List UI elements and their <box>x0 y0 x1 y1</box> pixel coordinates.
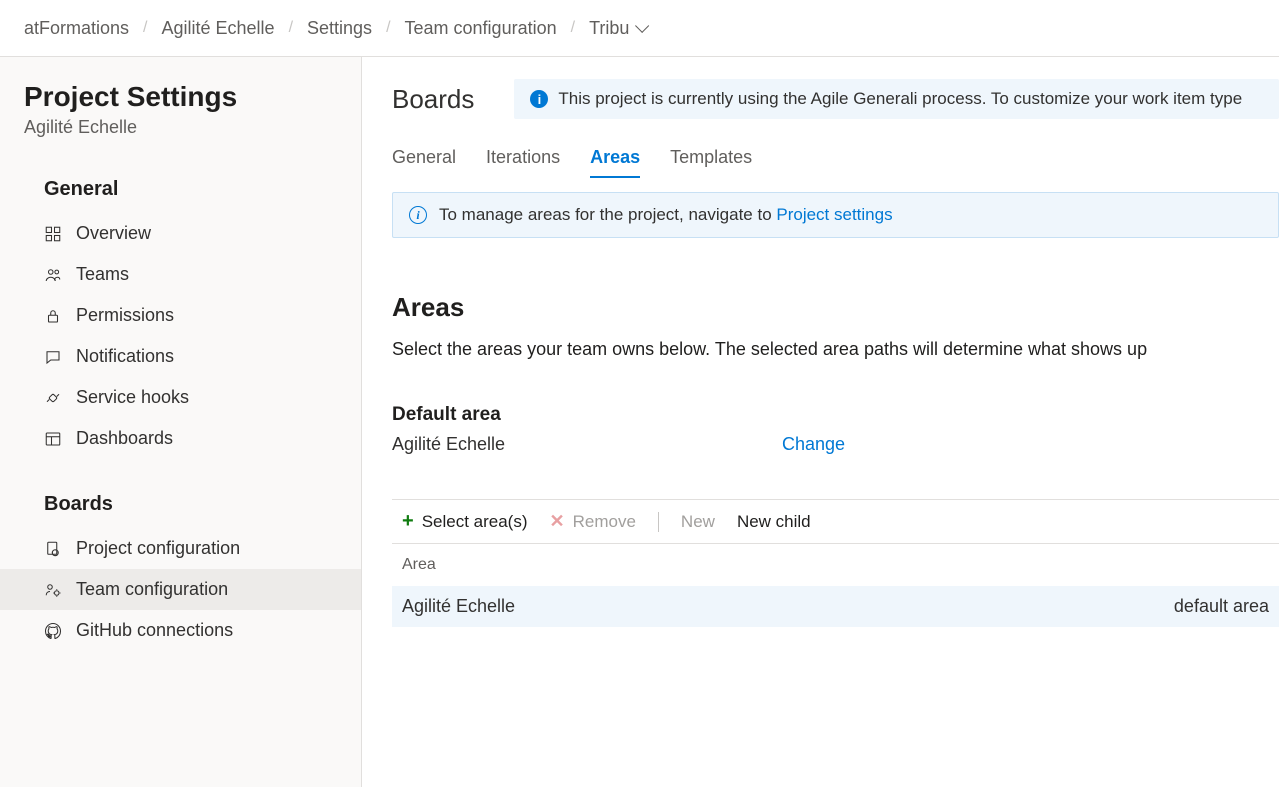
nav-label: Service hooks <box>76 387 189 408</box>
breadcrumb-item-team-config[interactable]: Team configuration <box>405 18 557 39</box>
nav-github[interactable]: GitHub connections <box>0 610 361 651</box>
page-title: Boards <box>392 84 474 115</box>
new-child-button[interactable]: New child <box>737 512 811 532</box>
info-bar-text: To manage areas for the project, navigat… <box>439 205 776 224</box>
project-settings-link[interactable]: Project settings <box>776 205 892 224</box>
gear-doc-icon <box>44 540 62 558</box>
nav-label: Overview <box>76 223 151 244</box>
select-label: Select area(s) <box>422 512 528 532</box>
info-bar: i To manage areas for the project, navig… <box>392 192 1279 238</box>
sidebar: Project Settings Agilité Echelle General… <box>0 57 362 787</box>
nav-team-config[interactable]: Team configuration <box>0 569 361 610</box>
table-row[interactable]: Agilité Echelle default area <box>392 586 1279 627</box>
dashboard-icon <box>44 430 62 448</box>
toolbar-separator <box>658 512 659 532</box>
breadcrumb-item-settings[interactable]: Settings <box>307 18 372 39</box>
breadcrumb-team-dropdown[interactable]: Tribu <box>589 18 645 39</box>
new-child-label: New child <box>737 512 811 532</box>
breadcrumb-item-project[interactable]: Agilité Echelle <box>162 18 275 39</box>
nav-permissions[interactable]: Permissions <box>0 295 361 336</box>
tab-iterations[interactable]: Iterations <box>486 147 560 178</box>
nav-dashboards[interactable]: Dashboards <box>0 418 361 459</box>
content: Boards i This project is currently using… <box>362 57 1279 787</box>
banner-text: This project is currently using the Agil… <box>558 89 1242 109</box>
breadcrumb-sep: / <box>143 19 147 37</box>
section-head-boards: Boards <box>0 493 361 528</box>
nav-service-hooks[interactable]: Service hooks <box>0 377 361 418</box>
team-gear-icon <box>44 581 62 599</box>
areas-toolbar: + Select area(s) ✕ Remove New New child <box>392 499 1279 544</box>
process-banner: i This project is currently using the Ag… <box>514 79 1279 119</box>
chevron-down-icon <box>635 19 649 33</box>
nav-notifications[interactable]: Notifications <box>0 336 361 377</box>
new-label: New <box>681 512 715 532</box>
overview-icon <box>44 225 62 243</box>
nav-label: Dashboards <box>76 428 173 449</box>
nav-label: GitHub connections <box>76 620 233 641</box>
areas-desc: Select the areas your team owns below. T… <box>392 339 1279 360</box>
nav-label: Teams <box>76 264 129 285</box>
breadcrumb-item-org[interactable]: atFormations <box>24 18 129 39</box>
breadcrumb-sep: / <box>571 19 575 37</box>
row-area-name: Agilité Echelle <box>402 596 515 617</box>
tab-general[interactable]: General <box>392 147 456 178</box>
tab-templates[interactable]: Templates <box>670 147 752 178</box>
info-outline-icon: i <box>409 206 427 224</box>
default-area-name: Agilité Echelle <box>392 434 782 455</box>
x-icon: ✕ <box>550 511 565 532</box>
table-header-area: Area <box>392 544 1279 586</box>
nav-teams[interactable]: Teams <box>0 254 361 295</box>
nav-label: Project configuration <box>76 538 240 559</box>
plug-icon <box>44 389 62 407</box>
sidebar-subtitle: Agilité Echelle <box>0 117 361 178</box>
nav-label: Notifications <box>76 346 174 367</box>
breadcrumb: atFormations / Agilité Echelle / Setting… <box>0 0 1279 57</box>
change-link[interactable]: Change <box>782 434 845 455</box>
tab-areas[interactable]: Areas <box>590 147 640 178</box>
section-head-general: General <box>0 178 361 213</box>
tabs: General Iterations Areas Templates <box>392 147 1279 178</box>
chat-icon <box>44 348 62 366</box>
breadcrumb-sep: / <box>289 19 293 37</box>
nav-label: Permissions <box>76 305 174 326</box>
row-area-tag: default area <box>1174 596 1269 617</box>
remove-button[interactable]: ✕ Remove <box>550 511 636 532</box>
nav-overview[interactable]: Overview <box>0 213 361 254</box>
lock-icon <box>44 307 62 325</box>
plus-icon: + <box>402 510 414 533</box>
remove-label: Remove <box>573 512 636 532</box>
nav-label: Team configuration <box>76 579 228 600</box>
nav-project-config[interactable]: Project configuration <box>0 528 361 569</box>
github-icon <box>44 622 62 640</box>
breadcrumb-last-label: Tribu <box>589 18 629 39</box>
select-areas-button[interactable]: + Select area(s) <box>402 510 528 533</box>
default-area-label: Default area <box>392 404 1279 426</box>
sidebar-title: Project Settings <box>0 81 361 117</box>
teams-icon <box>44 266 62 284</box>
new-button[interactable]: New <box>681 512 715 532</box>
areas-title: Areas <box>392 292 1279 323</box>
info-icon: i <box>530 90 548 108</box>
breadcrumb-sep: / <box>386 19 390 37</box>
